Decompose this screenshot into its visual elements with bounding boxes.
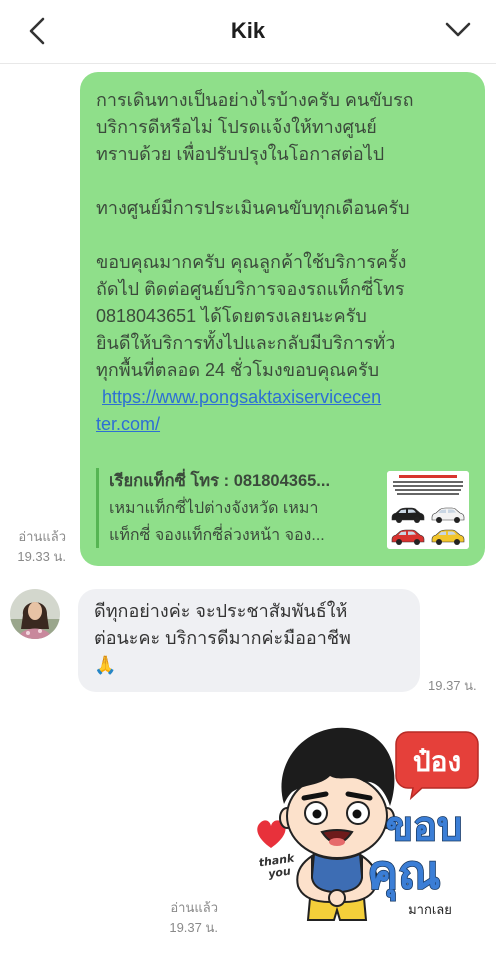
message-time: 19.33 น. [17,549,66,564]
thumbnail-banner-line [393,485,463,487]
chevron-down-icon [445,22,471,37]
link-preview-description: เหมาแท็กซี่ไปต่างจังหวัด เหมา [109,500,319,517]
message-text-line: ยินดีให้บริการทั้งไปและกลับมีบริการทั่ว [96,333,396,353]
message-text-line: ขอบคุณมากครับ คุณลูกค้าใช้บริการครั้ง [96,252,407,272]
chevron-left-icon [29,17,45,45]
folded-hands-emoji: 🙏 [94,655,117,675]
website-link[interactable]: ter.com/ [96,411,469,438]
message-text-line: บริการดีหรือไม่ โปรดแจ้งให้ทางศูนย์ [96,117,377,137]
sticker-thanks-text: ขอบ [386,804,463,850]
sticker-thanks-text: คุณ [367,845,440,901]
message-text-line: 0818043651 ได้โดยตรงเลยนะครับ [96,306,367,326]
read-status: อ่านแล้ว [170,900,218,915]
message-text-line: การเดินทางเป็นอย่างไรบ้างครับ คนขับรถ [96,90,414,110]
chat-header: Kik [0,0,496,64]
link-preview-accent-bar [96,468,99,548]
message-time: 19.37 น. [428,678,477,693]
chat-menu-button[interactable] [440,14,474,48]
message-text-line: ดีทุกอย่างค่ะ จะประชาสัมพันธ์ให้ [94,601,348,621]
message-text-line: ถัดไป ติดต่อศูนย์บริการจองรถแท็กซี่โทร [96,279,405,299]
avatar-photo [10,589,60,639]
sticker-heart-text: you [267,865,291,881]
link-preview-title: เรียกแท็กซี่ โทร : 081804365... [109,472,331,490]
message-text-line: ทุกพื้นที่ตลอด 24 ชั่วโมงขอบคุณครับ [96,360,380,380]
message-text-line: ทางศูนย์มีการประเมินคนขับทุกเดือนครับ [96,198,410,218]
link-preview-description: แท็กซี่ จองแท็กซี่ล่วงหน้า จอง... [109,527,325,544]
back-button[interactable] [22,14,56,48]
thumbnail-banner-line [393,481,463,483]
contact-avatar[interactable] [10,589,60,639]
thank-you-sticker[interactable]: ป๋อง thank you ขอบ คุณ มากเลย [250,718,486,923]
outgoing-message-bubble[interactable]: การเดินทางเป็นอย่างไรบ้างครับ คนขับรถ บร… [80,72,485,566]
thumbnail-banner-line [395,489,461,491]
chat-title: Kik [230,18,266,43]
sticker-thanks-subtext: มากเลย [408,903,452,918]
link-preview-thumbnail [387,471,469,549]
sticker-badge-text: ป๋อง [413,745,461,778]
message-text-line: ทราบด้วย เพื่อปรับปรุงในโอกาสต่อไป [96,144,385,164]
read-status: อ่านแล้ว [18,529,66,544]
link-preview-text: เรียกแท็กซี่ โทร : 081804365... เหมาแท็ก… [109,468,379,549]
thumbnail-banner-line [399,475,457,478]
website-link[interactable]: https://www.pongsaktaxiservicecen [96,384,469,411]
thumbnail-banner-line [397,493,459,495]
message-time: 19.37 น. [169,920,218,935]
chat-screen: Kik การเดินทางเป็นอย่างไรบ้างครับ คนขับร… [0,0,496,960]
link-preview-card[interactable]: เรียกแท็กซี่ โทร : 081804365... เหมาแท็ก… [96,468,469,549]
message-text-line: ต่อนะคะ บริการดีมากค่ะมืออาชีพ [94,628,351,648]
incoming-message-bubble[interactable]: ดีทุกอย่างค่ะ จะประชาสัมพันธ์ให้ ต่อนะคะ… [78,589,420,692]
